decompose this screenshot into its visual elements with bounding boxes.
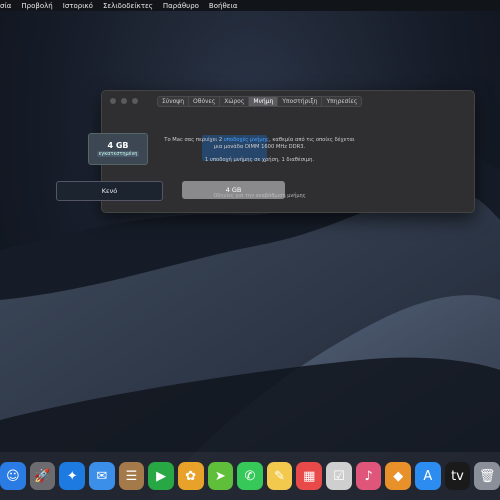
window-controls [110,98,138,104]
zoom-button[interactable] [132,98,138,104]
info-line2: μια μονάδα DIMM 1600 MHz DDR3. [213,144,306,150]
tab-support[interactable]: Υποστήριξη [278,97,323,106]
info-prefix: Το Mac σας περιέχει 2 [164,137,223,143]
trash-icon[interactable]: 🗑 [474,462,500,490]
menu-item-history[interactable]: Ιστορικό [63,2,93,10]
minimize-button[interactable] [121,98,127,104]
menu-item-view[interactable]: Προβολή [21,2,52,10]
menu-item-window[interactable]: Παράθυρο [163,2,199,10]
close-button[interactable] [110,98,116,104]
window-titlebar: Σύνοψη Οθόνες Χώρος Μνήμη Υποστήριξη Υπη… [102,91,474,111]
safari-icon[interactable]: ✦ [59,462,85,490]
menu-item-help[interactable]: Βοήθεια [209,2,238,10]
itunes-icon[interactable]: ♪ [355,462,382,490]
tab-bar: Σύνοψη Οθόνες Χώρος Μνήμη Υποστήριξη Υπη… [157,96,363,107]
books-icon[interactable]: ◆ [385,462,412,490]
calendar-icon[interactable]: ▦ [296,462,323,490]
reminders-icon[interactable]: ☑ [326,462,352,490]
notes-icon[interactable]: ✎ [266,462,293,490]
info-suffix: , καθεμία από τις οποίες δέχεται [269,137,355,143]
maps-icon[interactable]: ➤ [207,462,234,490]
memory-icon: 4 GB εγκατεστημένη [88,133,148,165]
photos-icon[interactable]: ✿ [177,462,204,490]
desert-wallpaper [0,147,500,500]
mail-icon[interactable]: ✉ [88,462,115,490]
memory-size: 4 GB [107,141,129,150]
contacts-icon[interactable]: ☰ [118,462,145,490]
slot-usage-text: 1 υποδοχή μνήμης σε χρήση, 1 διαθέσιμη. [204,157,315,163]
tab-storage[interactable]: Χώρος [220,97,250,106]
memory-info-text: Το Mac σας περιέχει 2 υποδοχές μνήμης, κ… [147,137,372,151]
launchpad-icon[interactable]: 🚀 [29,462,56,490]
tab-memory[interactable]: Μνήμη [249,97,279,106]
memory-slots-link[interactable]: υποδοχές μνήμης [224,137,269,143]
facetime-icon[interactable]: ▶ [148,462,174,490]
tab-service[interactable]: Υπηρεσίες [322,97,361,106]
menu-item[interactable]: σία [0,2,11,10]
dock: ☺ 🚀 ✦ ✉ ☰ ▶ ✿ ➤ ✆ ✎ ▦ ☑ ♪ ◆ Atv 🗑 [0,452,500,500]
messages-icon[interactable]: ✆ [237,462,263,490]
about-this-mac-window: Σύνοψη Οθόνες Χώρος Μνήμη Υποστήριξη Υπη… [56,90,475,213]
menu-item-bookmarks[interactable]: Σελιδοδείκτες [103,2,153,10]
memory-installed-label: εγκατεστημένη [96,151,140,157]
tv-icon[interactable]: tv [444,462,471,490]
menu-bar: σία Προβολή Ιστορικό Σελιδοδείκτες Παράθ… [0,0,500,11]
memory-upgrade-link[interactable]: Οδηγίες για την αναβάθμιση μνήμης [147,193,372,199]
tab-displays[interactable]: Οθόνες [189,97,221,106]
finder-icon[interactable]: ☺ [0,462,26,490]
tab-overview[interactable]: Σύνοψη [158,97,190,106]
appstore-icon[interactable]: A [415,462,441,490]
